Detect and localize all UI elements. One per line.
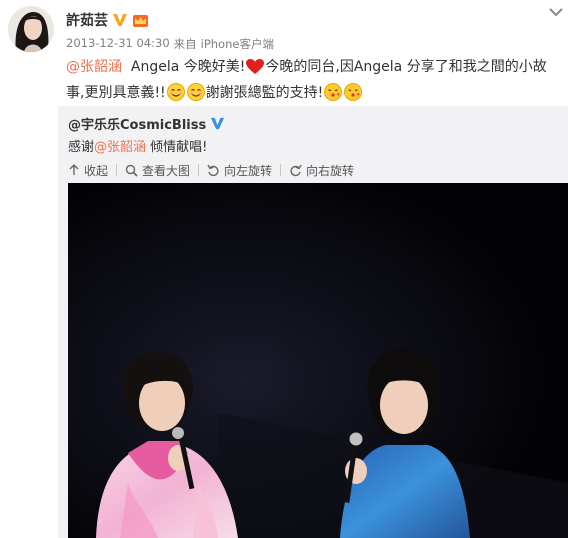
- red-heart-emoji: [246, 59, 265, 82]
- collapse-button[interactable]: 收起: [68, 162, 108, 179]
- arrow-up-icon: [69, 164, 79, 175]
- rotate-left-button[interactable]: 向左旋转: [207, 162, 272, 179]
- author-name-row: 許茹芸: [66, 10, 149, 30]
- divider: [198, 164, 200, 176]
- rotate-right-icon: [290, 164, 302, 176]
- post-text: @张韶涵 Angela 今晚好美! 今晚的同台,因Angela 分享了和我之間的小…: [66, 56, 564, 108]
- chevron-down-icon[interactable]: [548, 4, 564, 18]
- repost-text: 感谢@张韶涵 倾情献唱!: [68, 136, 207, 155]
- repost-author-name[interactable]: @宇乐乐CosmicBliss: [68, 114, 206, 133]
- smile-emoji: [166, 83, 185, 108]
- post-source[interactable]: iPhone客户端: [201, 36, 274, 52]
- post-timestamp[interactable]: 2013-12-31 04:30: [66, 36, 170, 52]
- repost-author-row: @宇乐乐CosmicBliss: [68, 114, 225, 133]
- repost-text-suffix: 倾情献唱!: [146, 140, 208, 155]
- concert-photo-image: [68, 183, 568, 538]
- avatar-image: [8, 6, 54, 52]
- rotate-right-label: 向右旋转: [306, 163, 355, 178]
- view-large-button[interactable]: 查看大图: [125, 162, 190, 179]
- view-large-label: 查看大图: [142, 163, 191, 178]
- repost-box: @宇乐乐CosmicBliss 感谢@张韶涵 倾情献唱! 收起 查看大图 向左旋…: [58, 106, 568, 538]
- rotate-left-icon: [207, 164, 219, 176]
- repost-text-prefix: 感谢: [68, 140, 95, 155]
- author-name[interactable]: 許茹芸: [66, 10, 108, 30]
- repost-mention[interactable]: @张韶涵: [94, 140, 146, 155]
- source-prefix: 来自: [173, 37, 197, 51]
- smile-emoji: [186, 83, 205, 108]
- author-avatar[interactable]: [8, 6, 54, 52]
- post-meta: 2013-12-31 04:30 来自 iPhone客户端: [66, 36, 274, 52]
- post-text-part3: 謝謝張總監的支持!: [205, 85, 324, 101]
- post-mention[interactable]: @张韶涵: [66, 59, 122, 75]
- rotate-right-button[interactable]: 向右旋转: [289, 162, 354, 179]
- post-text-part1: Angela 今晚好美!: [130, 59, 246, 75]
- crown-member-icon[interactable]: [132, 12, 149, 28]
- divider: [280, 164, 282, 176]
- collapse-label: 收起: [84, 163, 109, 178]
- verified-v-badge-icon[interactable]: [210, 116, 225, 131]
- divider: [116, 164, 118, 176]
- concert-photo[interactable]: [68, 183, 568, 538]
- verified-v-badge-icon[interactable]: [112, 12, 128, 28]
- image-actions-bar: 收起 查看大图 向左旋转 向右旋转: [68, 160, 354, 180]
- magnifier-icon: [125, 164, 138, 177]
- kiss-emoji: [324, 83, 343, 108]
- rotate-left-label: 向左旋转: [224, 163, 273, 178]
- kiss-emoji: [344, 83, 363, 108]
